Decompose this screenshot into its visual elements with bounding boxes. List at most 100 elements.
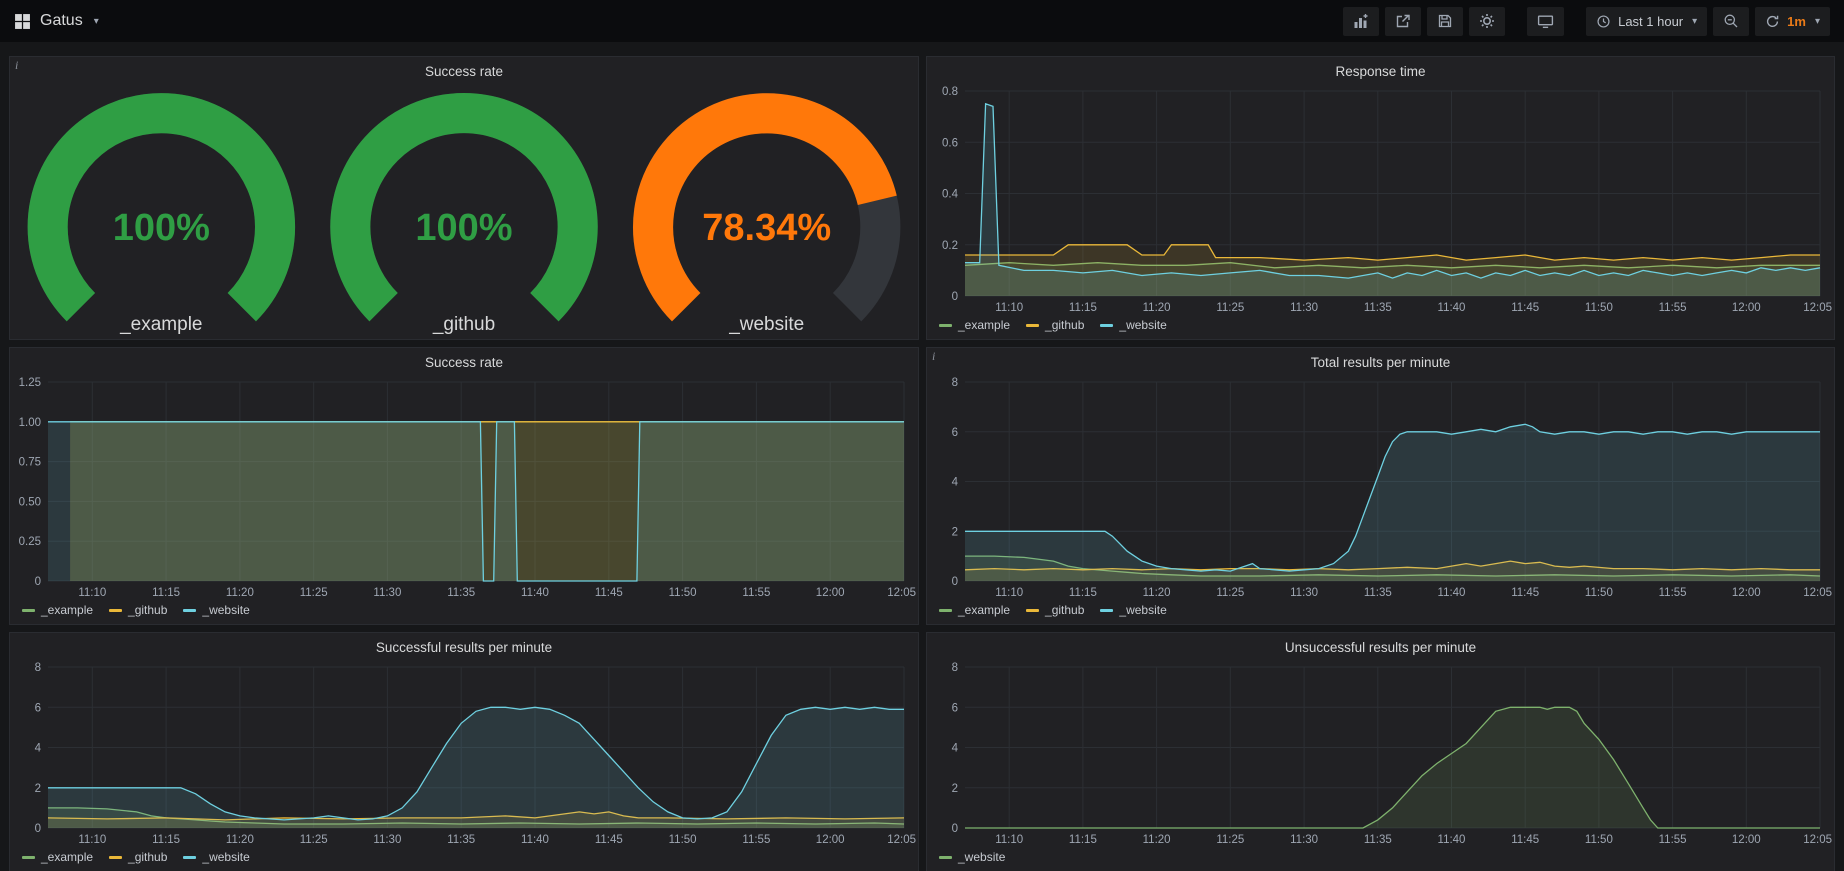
svg-text:100%: 100%	[113, 206, 210, 248]
panel-title[interactable]: Success rate	[10, 57, 918, 83]
panel-total-results: i Total results per minute 0246811:1011:…	[926, 347, 1835, 625]
info-icon[interactable]: i	[15, 58, 18, 73]
svg-text:_example: _example	[119, 314, 202, 335]
refresh-icon	[1765, 14, 1780, 29]
legend-item[interactable]: _github	[1026, 318, 1084, 332]
legend-item[interactable]: _github	[109, 603, 167, 617]
legend-swatch	[183, 609, 196, 612]
success-rate-gauges-chart[interactable]: 100%_example100%_github78.34%_website	[10, 83, 918, 340]
svg-text:11:10: 11:10	[995, 834, 1023, 846]
svg-text:12:05: 12:05	[1803, 302, 1832, 314]
svg-text:11:45: 11:45	[1511, 834, 1539, 846]
total-results-chart[interactable]: 0246811:1011:1511:2011:2511:3011:3511:40…	[927, 374, 1834, 601]
legend-swatch	[939, 324, 952, 327]
svg-text:11:15: 11:15	[1069, 834, 1097, 846]
panel-title[interactable]: Response time	[927, 57, 1834, 83]
navbar-right: Last 1 hour ▾ 1m ▾	[1343, 7, 1830, 36]
add-panel-button[interactable]	[1343, 7, 1379, 36]
svg-text:0.4: 0.4	[942, 188, 959, 200]
svg-text:12:00: 12:00	[816, 587, 845, 599]
legend-item[interactable]: _example	[22, 603, 93, 617]
panel-title[interactable]: Success rate	[10, 348, 918, 374]
svg-text:11:15: 11:15	[152, 834, 180, 846]
svg-text:1.25: 1.25	[19, 377, 41, 389]
svg-text:0: 0	[952, 291, 958, 303]
legend-item[interactable]: _github	[109, 850, 167, 864]
svg-text:_website: _website	[728, 314, 804, 335]
chart-legend: _example _github _website	[10, 600, 918, 624]
svg-text:12:00: 12:00	[1732, 302, 1761, 314]
timeseries-svg: 0246811:1011:1511:2011:2511:3011:3511:40…	[10, 659, 918, 848]
svg-text:0.2: 0.2	[942, 239, 958, 251]
svg-text:11:15: 11:15	[1069, 587, 1097, 599]
legend-item[interactable]: _example	[939, 318, 1010, 332]
unsuccessful-results-chart[interactable]: 0246811:1011:1511:2011:2511:3011:3511:40…	[927, 659, 1834, 848]
add-panel-icon	[1353, 13, 1369, 29]
panel-title[interactable]: Successful results per minute	[10, 633, 918, 659]
svg-text:11:10: 11:10	[995, 302, 1023, 314]
time-range-picker[interactable]: Last 1 hour ▾	[1586, 7, 1707, 36]
svg-text:12:05: 12:05	[1803, 587, 1832, 599]
settings-button[interactable]	[1469, 7, 1505, 36]
svg-text:11:25: 11:25	[1216, 587, 1244, 599]
svg-text:11:50: 11:50	[1585, 302, 1613, 314]
svg-text:11:45: 11:45	[1511, 302, 1539, 314]
legend-item[interactable]: _website	[1100, 318, 1166, 332]
panel-unsuccessful-results: Unsuccessful results per minute 0246811:…	[926, 632, 1835, 871]
svg-text:11:10: 11:10	[995, 587, 1023, 599]
svg-text:0.75: 0.75	[19, 456, 41, 468]
dashboard-grid-icon[interactable]	[14, 13, 31, 30]
success-rate-chart[interactable]: 00.250.500.751.001.2511:1011:1511:2011:2…	[10, 374, 918, 601]
successful-results-chart[interactable]: 0246811:1011:1511:2011:2511:3011:3511:40…	[10, 659, 918, 848]
legend-item[interactable]: _website	[939, 850, 1005, 864]
legend-swatch	[939, 856, 952, 859]
svg-text:11:35: 11:35	[1364, 834, 1392, 846]
save-button[interactable]	[1427, 7, 1463, 36]
legend-swatch	[22, 856, 35, 859]
dashboard-title[interactable]: Gatus	[40, 12, 83, 30]
tv-mode-button[interactable]	[1527, 7, 1564, 36]
chart-legend: _example _github _website	[927, 600, 1834, 624]
chart-legend: _website	[927, 847, 1834, 871]
svg-text:8: 8	[952, 377, 958, 389]
chart-legend: _example _github _website	[927, 315, 1834, 339]
legend-item[interactable]: _example	[939, 603, 1010, 617]
chevron-down-icon[interactable]: ▾	[94, 16, 99, 27]
svg-text:0.6: 0.6	[942, 137, 958, 149]
legend-item[interactable]: _example	[22, 850, 93, 864]
svg-text:11:45: 11:45	[595, 834, 623, 846]
svg-text:12:05: 12:05	[887, 587, 916, 599]
svg-text:11:30: 11:30	[373, 834, 401, 846]
svg-text:11:20: 11:20	[1143, 834, 1171, 846]
legend-item[interactable]: _website	[183, 850, 249, 864]
svg-text:0: 0	[952, 823, 958, 835]
legend-item[interactable]: _github	[1026, 603, 1084, 617]
legend-item[interactable]: _website	[1100, 603, 1166, 617]
refresh-button[interactable]: 1m ▾	[1755, 7, 1830, 36]
timeseries-svg: 0246811:1011:1511:2011:2511:3011:3511:40…	[927, 374, 1834, 601]
info-icon[interactable]: i	[932, 349, 935, 364]
svg-text:11:15: 11:15	[1069, 302, 1097, 314]
share-button[interactable]	[1385, 7, 1421, 36]
svg-text:11:10: 11:10	[78, 834, 106, 846]
svg-text:11:25: 11:25	[1216, 302, 1244, 314]
timeseries-svg: 0246811:1011:1511:2011:2511:3011:3511:40…	[927, 659, 1834, 848]
timeseries-svg: 00.20.40.60.811:1011:1511:2011:2511:3011…	[927, 83, 1834, 316]
zoom-out-button[interactable]	[1713, 7, 1749, 36]
svg-text:11:50: 11:50	[669, 587, 697, 599]
legend-swatch	[1100, 324, 1113, 327]
svg-text:0: 0	[35, 823, 41, 835]
gauges-svg: 100%_example100%_github78.34%_website	[10, 83, 918, 340]
svg-text:12:00: 12:00	[1732, 587, 1761, 599]
panel-title[interactable]: Total results per minute	[927, 348, 1834, 374]
svg-text:0.25: 0.25	[19, 536, 41, 548]
svg-text:11:40: 11:40	[521, 587, 549, 599]
response-time-chart[interactable]: 00.20.40.60.811:1011:1511:2011:2511:3011…	[927, 83, 1834, 316]
svg-text:6: 6	[952, 426, 958, 438]
svg-text:11:25: 11:25	[300, 834, 328, 846]
panel-title[interactable]: Unsuccessful results per minute	[927, 633, 1834, 659]
svg-text:11:30: 11:30	[1290, 834, 1318, 846]
legend-item[interactable]: _website	[183, 603, 249, 617]
svg-text:11:40: 11:40	[1438, 834, 1466, 846]
svg-text:11:35: 11:35	[447, 587, 475, 599]
